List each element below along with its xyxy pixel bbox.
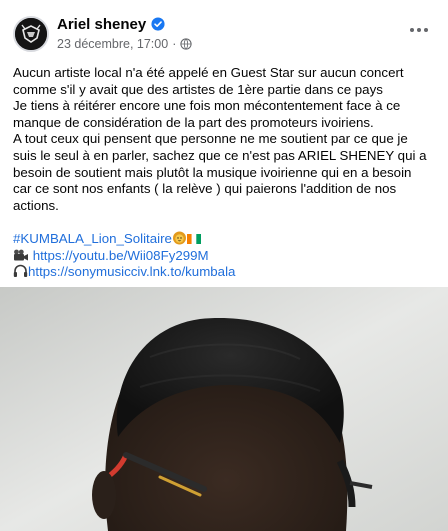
verified-badge-icon xyxy=(151,17,165,31)
music-line: https://sonymusicciv.lnk.to/kumbala xyxy=(13,264,437,281)
post-text: Aucun artiste local n'a été appelé en Gu… xyxy=(13,65,437,281)
meta-separator: · xyxy=(172,37,177,51)
author-line: Ariel sheney xyxy=(57,14,165,34)
post-text-line: Je tiens à réitérer encore une fois mon … xyxy=(13,98,401,114)
post-text-line: suis le seul à en parler, sachez que ce … xyxy=(13,147,427,163)
author-name[interactable]: Ariel sheney xyxy=(57,16,146,33)
avatar-logo-icon xyxy=(15,18,47,50)
post-text-line: actions. xyxy=(13,197,59,213)
globe-icon xyxy=(180,38,193,50)
youtube-line: https://youtu.be/Wii08Fy299M xyxy=(13,248,437,265)
more-dot xyxy=(424,28,428,32)
more-dot xyxy=(417,28,421,32)
music-link[interactable]: https://sonymusicciv.lnk.to/kumbala xyxy=(28,264,235,279)
video-camera-icon xyxy=(14,249,28,261)
post-photo[interactable] xyxy=(0,287,448,531)
post-text-line: Aucun artiste local n'a été appelé en Gu… xyxy=(13,65,404,80)
post-text-line: car ce sont nos enfants ( la relève ) qu… xyxy=(13,181,397,197)
more-options-button[interactable] xyxy=(406,20,432,40)
post-text-line: besoin de soutient mais plutôt la musiqu… xyxy=(13,164,412,180)
hashtag-line: #KUMBALA_Lion_Solitaire xyxy=(13,231,437,248)
headphones-icon xyxy=(13,264,28,278)
post-photo-image xyxy=(0,287,448,531)
post-header: Ariel sheney 23 décembre, 17:00 · xyxy=(0,0,448,62)
hashtag-link[interactable]: #KUMBALA_Lion_Solitaire xyxy=(13,231,172,246)
author-avatar[interactable] xyxy=(13,16,49,52)
post-meta: 23 décembre, 17:00 · xyxy=(57,36,193,52)
lion-emoji-icon xyxy=(172,231,186,245)
youtube-link[interactable]: https://youtu.be/Wii08Fy299M xyxy=(33,248,209,263)
more-options-icon xyxy=(410,28,414,32)
post-text-line: A tout ceux qui pensent que personne ne … xyxy=(13,131,408,147)
post-text-line: manque de considération de la part des p… xyxy=(13,114,374,130)
post-text-line: comme s'il y avait que des artistes de 1… xyxy=(13,81,383,97)
ivory-coast-flag-icon xyxy=(186,233,201,244)
post-timestamp[interactable]: 23 décembre, 17:00 xyxy=(57,37,168,51)
